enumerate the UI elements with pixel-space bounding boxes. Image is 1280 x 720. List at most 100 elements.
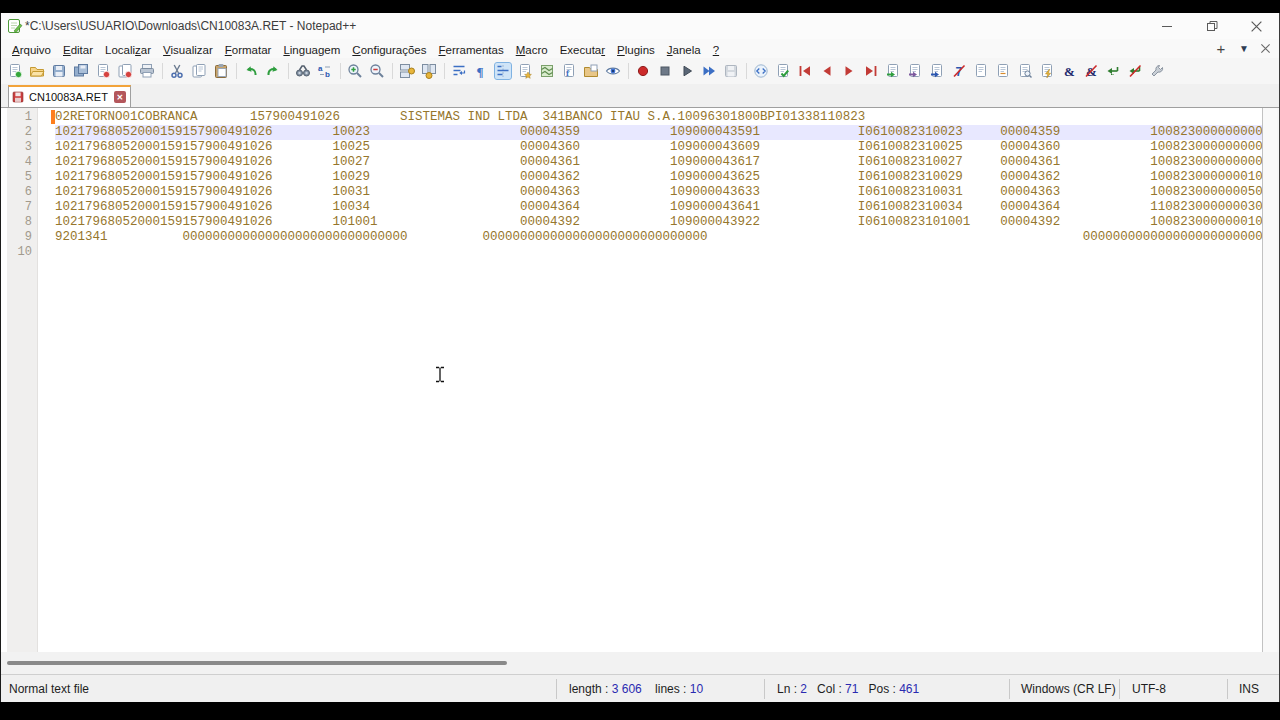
print-icon[interactable] — [139, 63, 155, 79]
menu-configuraes[interactable]: Configurações — [346, 44, 432, 56]
doc-search-icon[interactable] — [1017, 63, 1033, 79]
nav-first-icon[interactable] — [797, 63, 813, 79]
list-doc-icon[interactable] — [973, 63, 989, 79]
macro-stop-icon[interactable] — [657, 63, 673, 79]
line-number: 9 — [7, 230, 37, 245]
close-icon — [1250, 20, 1263, 33]
new-file-icon[interactable] — [7, 63, 23, 79]
folder-workspace-icon[interactable] — [583, 63, 599, 79]
unsaved-floppy-icon — [12, 91, 24, 103]
indent-guide-icon[interactable] — [495, 63, 511, 79]
word-wrap-icon[interactable] — [451, 63, 467, 79]
notepad-window: *C:\Users\USUARIO\Downloads\CN10083A.RET… — [0, 13, 1280, 702]
code-line-1: 02RETORNO01COBRANCA 157900491026 SISTEMA… — [55, 110, 1262, 125]
mouse-ibeam-cursor — [434, 366, 446, 383]
window-title: *C:\Users\USUARIO\Downloads\CN10083A.RET… — [25, 19, 356, 33]
menu-plugins[interactable]: Plugins — [611, 44, 661, 56]
horizontal-scrollbar[interactable] — [1, 652, 1279, 674]
vertical-scrollbar[interactable] — [1262, 108, 1277, 652]
notepadpp-icon — [7, 18, 23, 34]
monitoring-icon[interactable] — [605, 63, 621, 79]
line-number: 1 — [7, 110, 37, 125]
list-doc2-icon[interactable] — [995, 63, 1011, 79]
svg-text:¶: ¶ — [477, 64, 484, 79]
editor-area[interactable]: 12345678910 02RETORNO01COBRANCA 15790049… — [1, 108, 1277, 652]
arrow-return-off-icon[interactable] — [1127, 63, 1143, 79]
text-content[interactable]: 02RETORNO01COBRANCA 157900491026 SISTEMA… — [55, 110, 1262, 650]
arrow-return-icon[interactable] — [1105, 63, 1121, 79]
ampersand-icon[interactable]: & — [1061, 63, 1077, 79]
plus-icon: + — [1217, 40, 1226, 57]
zoom-out-icon[interactable] — [369, 63, 385, 79]
user-language-icon[interactable] — [517, 63, 533, 79]
nav-prev-icon[interactable] — [819, 63, 835, 79]
menu-ferramentas[interactable]: Ferramentas — [433, 44, 510, 56]
wrench-icon[interactable] — [1149, 63, 1165, 79]
doc-export-icon[interactable] — [907, 63, 923, 79]
menu-linguagem[interactable]: Linguagem — [277, 44, 346, 56]
code-line-7: 10217968052000159157900491026 10034 0000… — [55, 200, 1262, 215]
encoding-status[interactable]: UTF-8 — [1132, 682, 1166, 696]
doc-check-icon[interactable] — [775, 63, 791, 79]
replace-icon[interactable]: ab — [317, 63, 333, 79]
close-button[interactable] — [1239, 13, 1273, 39]
doc-import-icon[interactable] — [885, 63, 901, 79]
menu-editar[interactable]: Editar — [57, 44, 99, 56]
function-list-icon[interactable]: f — [561, 63, 577, 79]
macro-play-icon[interactable] — [679, 63, 695, 79]
macro-record-icon[interactable] — [635, 63, 651, 79]
find-icon[interactable] — [295, 63, 311, 79]
copy-icon[interactable] — [191, 63, 207, 79]
doc-send-icon[interactable] — [929, 63, 945, 79]
tab-close-button[interactable]: ✕ — [114, 91, 126, 103]
menu-janela[interactable]: Janela — [661, 44, 707, 56]
macro-save-icon[interactable] — [723, 63, 739, 79]
mime-seven-icon[interactable]: 7 — [951, 63, 967, 79]
code-line-9: 9201341 000000000000000000000000000000 0… — [55, 230, 1262, 245]
restore-icon — [1206, 20, 1218, 32]
menu-arquivo[interactable]: Arquivo — [6, 44, 57, 56]
menu-formatar[interactable]: Formatar — [219, 44, 278, 56]
tab-list-button[interactable]: ▼ — [1235, 41, 1253, 56]
nav-last-icon[interactable] — [863, 63, 879, 79]
insert-mode-status[interactable]: INS — [1239, 682, 1259, 696]
restore-button[interactable] — [1195, 13, 1229, 39]
paste-icon[interactable] — [213, 63, 229, 79]
menu-localizar[interactable]: Localizar — [99, 44, 157, 56]
menu-executar[interactable]: Executar — [554, 44, 611, 56]
minimize-button[interactable] — [1150, 13, 1184, 39]
menu-macro[interactable]: Macro — [510, 44, 554, 56]
menu-visualizar[interactable]: Visualizar — [157, 44, 219, 56]
show-all-characters-icon[interactable]: ¶ — [473, 63, 489, 79]
save-all-icon[interactable] — [73, 63, 89, 79]
sync-horizontal-icon[interactable] — [421, 63, 437, 79]
toolbar-separator — [340, 63, 341, 79]
code-tags-icon[interactable] — [753, 63, 769, 79]
undo-icon[interactable] — [243, 63, 259, 79]
new-tab-button[interactable]: + — [1212, 41, 1230, 56]
menu-?[interactable]: ? — [707, 44, 725, 56]
close-icon[interactable] — [95, 63, 111, 79]
tab-cn10083a[interactable]: CN10083A.RET ✕ — [8, 85, 131, 108]
code-line-6: 10217968052000159157900491026 10031 0000… — [55, 185, 1262, 200]
line-number: 6 — [7, 185, 37, 200]
document-map-icon[interactable] — [539, 63, 555, 79]
open-icon[interactable] — [29, 63, 45, 79]
zoom-in-icon[interactable] — [347, 63, 363, 79]
close-all-icon[interactable] — [117, 63, 133, 79]
horizontal-scrollbar-thumb[interactable] — [7, 661, 507, 665]
ampersand-off-icon[interactable]: & — [1083, 63, 1099, 79]
eol-format-status[interactable]: Windows (CR LF) — [1021, 682, 1116, 696]
cut-icon[interactable] — [169, 63, 185, 79]
length-lines-status: length : 3 606 lines : 10 — [569, 682, 703, 696]
sync-vertical-icon[interactable] — [399, 63, 415, 79]
redo-icon[interactable] — [265, 63, 281, 79]
macro-run-multiple-icon[interactable] — [701, 63, 717, 79]
close-tab-button[interactable] — [1256, 41, 1274, 56]
line-number: 5 — [7, 170, 37, 185]
nav-next-icon[interactable] — [841, 63, 857, 79]
line-number-margin: 12345678910 — [7, 108, 38, 652]
save-icon[interactable] — [51, 63, 67, 79]
line-number: 3 — [7, 140, 37, 155]
doc-bolt-icon[interactable] — [1039, 63, 1055, 79]
